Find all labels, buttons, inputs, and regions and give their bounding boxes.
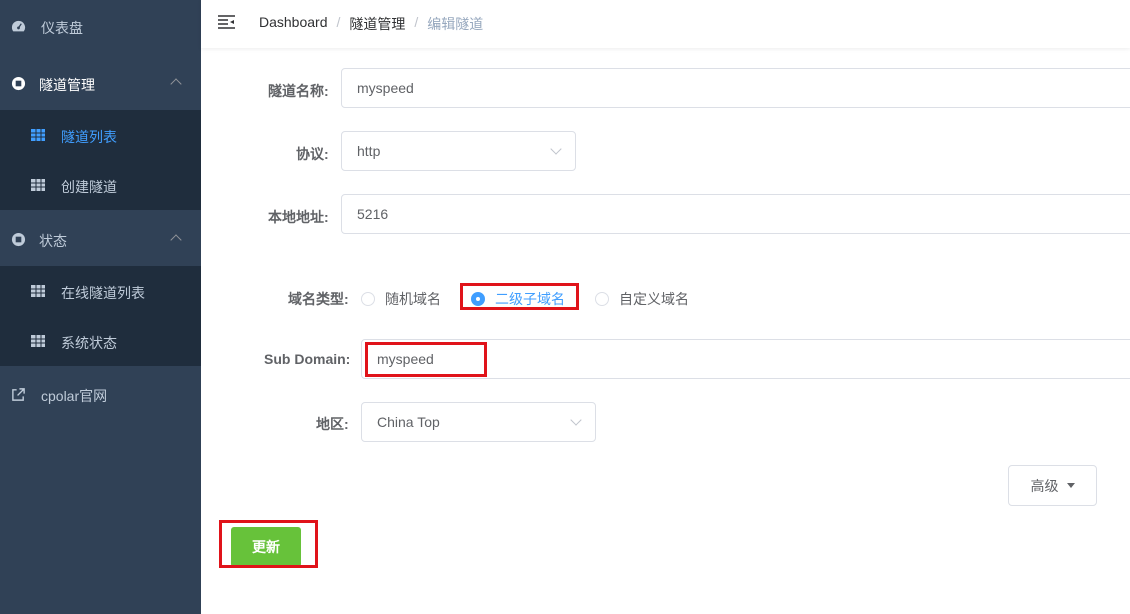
sidebar-label-dashboard: 仪表盘 xyxy=(41,20,83,36)
external-link-icon xyxy=(12,388,25,401)
breadcrumb: Dashboard / 隧道管理 / 编辑隧道 xyxy=(259,14,483,34)
caret-down-icon xyxy=(1066,483,1075,488)
radio-dot xyxy=(361,292,375,306)
breadcrumb-dashboard[interactable]: Dashboard xyxy=(259,14,328,34)
radio-dot xyxy=(595,292,609,306)
chevron-up-icon xyxy=(170,234,182,246)
sidebar-label-cpolar-site: cpolar官网 xyxy=(41,388,108,404)
chevron-up-icon xyxy=(170,78,182,90)
table-icon xyxy=(31,129,45,141)
domain-type-label: 域名类型: xyxy=(288,291,349,307)
radio-custom-domain[interactable]: 自定义域名 xyxy=(595,289,689,309)
sidebar-label-tunnel-list: 隧道列表 xyxy=(61,129,117,145)
sidebar-item-tunnel-mgmt[interactable]: 隧道管理 xyxy=(0,56,201,109)
table-icon xyxy=(31,285,45,297)
subdomain-label: Sub Domain: xyxy=(264,351,351,367)
radio-random-domain[interactable]: 随机域名 xyxy=(361,289,441,309)
dashboard-icon xyxy=(11,20,26,32)
radio-label: 自定义域名 xyxy=(619,291,689,307)
sidebar-item-tunnel-list[interactable]: 隧道列表 xyxy=(0,110,201,160)
region-value: China Top xyxy=(377,414,440,430)
target-icon xyxy=(11,76,26,91)
sidebar-item-cpolar-site[interactable]: cpolar官网 xyxy=(0,368,201,421)
table-icon xyxy=(31,335,45,347)
sidebar-item-dashboard[interactable]: 仪表盘 xyxy=(0,0,201,53)
tunnel-name-input[interactable]: myspeed xyxy=(341,68,1130,108)
breadcrumb-separator: / xyxy=(414,14,419,30)
local-address-value: 5216 xyxy=(357,206,389,222)
sidebar-item-system-status[interactable]: 系统状态 xyxy=(0,316,201,366)
sidebar-item-online-tunnels[interactable]: 在线隧道列表 xyxy=(0,266,201,316)
local-address-input[interactable]: 5216 xyxy=(341,194,1130,234)
local-address-label: 本地地址: xyxy=(268,209,329,225)
target-icon xyxy=(11,232,26,247)
protocol-label: 协议: xyxy=(296,146,329,162)
region-select[interactable]: China Top xyxy=(361,402,596,442)
advanced-button-label: 高级 xyxy=(1030,477,1059,494)
tunnel-name-value: myspeed xyxy=(357,80,414,96)
protocol-select[interactable]: http xyxy=(341,131,576,171)
highlight-box-update-button xyxy=(219,520,318,568)
table-icon xyxy=(31,179,45,191)
sidebar-label-online-tunnels: 在线隧道列表 xyxy=(61,285,145,301)
highlight-box-subdomain-radio xyxy=(460,283,579,310)
breadcrumb-current: 编辑隧道 xyxy=(427,16,484,32)
highlight-box-subdomain-input xyxy=(365,342,487,377)
chevron-down-icon xyxy=(570,414,582,426)
sidebar-label-status: 状态 xyxy=(39,233,67,249)
sidebar-item-create-tunnel[interactable]: 创建隧道 xyxy=(0,160,201,210)
tunnel-name-label: 隧道名称: xyxy=(268,83,329,99)
region-label: 地区: xyxy=(316,416,349,432)
chevron-down-icon xyxy=(550,143,562,155)
sidebar-label-create-tunnel: 创建隧道 xyxy=(61,179,117,195)
breadcrumb-separator: / xyxy=(336,14,341,30)
advanced-button[interactable]: 高级 xyxy=(1008,465,1097,506)
radio-label: 随机域名 xyxy=(385,291,441,307)
sidebar-item-status[interactable]: 状态 xyxy=(0,212,201,265)
hamburger-icon[interactable] xyxy=(218,15,235,29)
protocol-value: http xyxy=(357,143,381,159)
sidebar: 仪表盘 隧道管理 隧道列表 创建隧道 状态 在线隧道列表 系统状态 cpolar… xyxy=(0,0,201,614)
breadcrumb-tunnel-mgmt[interactable]: 隧道管理 xyxy=(349,14,405,34)
sidebar-label-tunnel-mgmt: 隧道管理 xyxy=(39,77,95,93)
top-navbar: Dashboard / 隧道管理 / 编辑隧道 xyxy=(201,0,1130,48)
sidebar-label-system-status: 系统状态 xyxy=(61,335,117,351)
